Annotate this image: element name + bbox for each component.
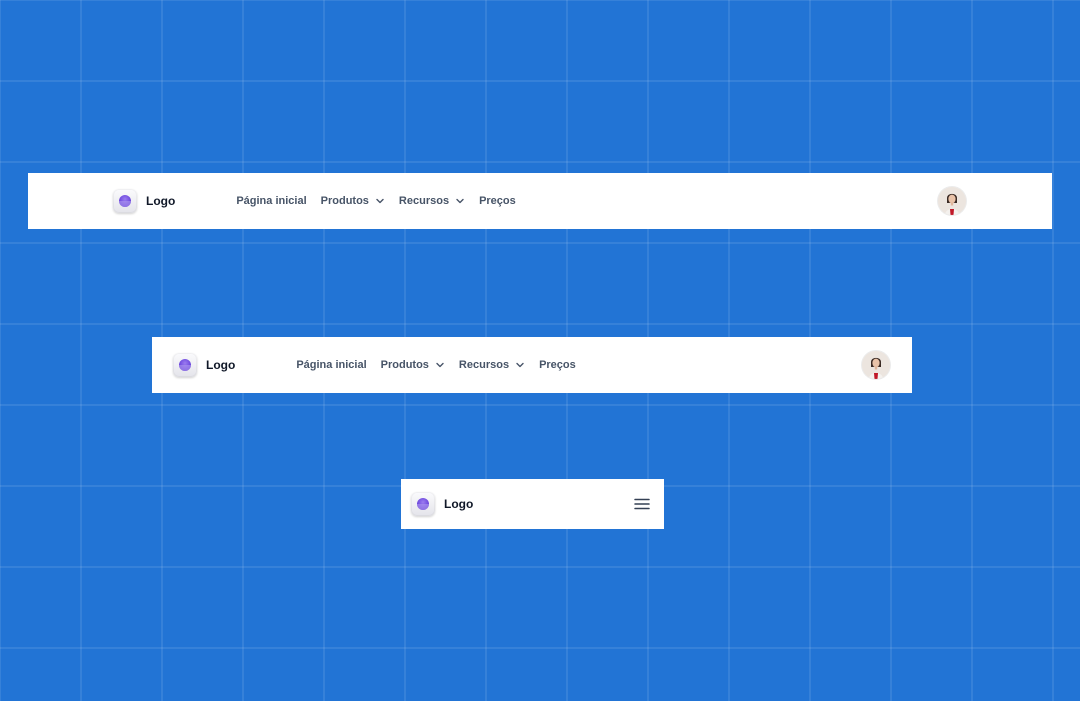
nav-links: Página inicial Produtos Recursos Preços (296, 359, 589, 371)
chevron-down-icon (375, 196, 385, 206)
logo-icon (411, 492, 435, 516)
nav-item-precos[interactable]: Preços (539, 359, 576, 371)
nav-item-pagina-inicial[interactable]: Página inicial (236, 195, 306, 207)
nav-item-label: Preços (539, 359, 576, 371)
chevron-down-icon (455, 196, 465, 206)
nav-item-produtos[interactable]: Produtos (381, 359, 445, 371)
nav-item-label: Página inicial (236, 195, 307, 207)
nav-item-label: Recursos (458, 359, 510, 371)
hamburger-menu-icon[interactable] (633, 495, 651, 513)
nav-item-label: Produtos (320, 195, 369, 207)
nav-item-label: Recursos (398, 195, 450, 207)
navbar-desktop-medium: Logo Página inicial Produtos Recursos Pr… (152, 337, 912, 393)
chevron-down-icon (435, 360, 445, 370)
nav-item-label: Produtos (380, 359, 429, 371)
nav-item-recursos[interactable]: Recursos (399, 195, 465, 207)
logo-label: Logo (206, 358, 236, 372)
nav-item-recursos[interactable]: Recursos (459, 359, 525, 371)
brand-logo-link[interactable]: Logo (113, 189, 175, 213)
navbar-mobile: Logo (401, 479, 664, 529)
user-avatar[interactable] (938, 187, 966, 215)
navbar-desktop-large: Logo Página inicial Produtos Recursos Pr… (28, 173, 1052, 229)
logo-label: Logo (146, 194, 176, 208)
nav-item-pagina-inicial[interactable]: Página inicial (296, 359, 366, 371)
logo-label: Logo (444, 497, 474, 511)
user-avatar[interactable] (862, 351, 890, 379)
chevron-down-icon (515, 360, 525, 370)
nav-item-produtos[interactable]: Produtos (321, 195, 385, 207)
nav-item-label: Preços (479, 195, 516, 207)
nav-item-precos[interactable]: Preços (479, 195, 516, 207)
logo-icon (113, 189, 137, 213)
nav-links: Página inicial Produtos Recursos Preços (236, 195, 529, 207)
brand-logo-link[interactable]: Logo (173, 353, 235, 377)
brand-logo-link[interactable]: Logo (411, 492, 473, 516)
nav-item-label: Página inicial (296, 359, 367, 371)
logo-icon (173, 353, 197, 377)
